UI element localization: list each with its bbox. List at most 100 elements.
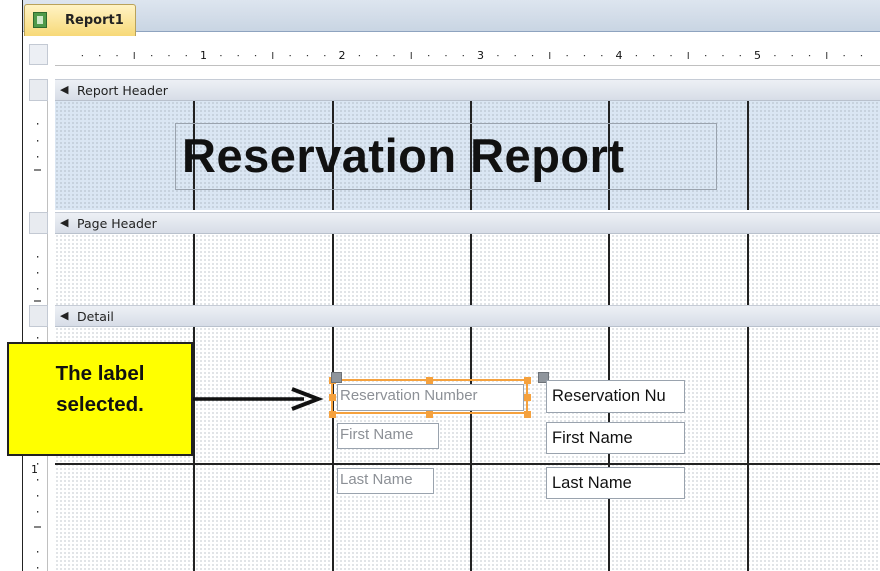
report-selector[interactable] bbox=[29, 44, 48, 65]
tab-report1[interactable]: Report1 bbox=[24, 4, 136, 36]
grid-line bbox=[193, 327, 195, 571]
ruler-dot bbox=[254, 55, 257, 57]
ruler-dot bbox=[306, 55, 309, 57]
move-handle-label[interactable] bbox=[331, 372, 342, 383]
ruler-ticks: 1 2 3 4 5 bbox=[81, 49, 863, 62]
callout-line: The label bbox=[55, 362, 145, 385]
ruler-dot bbox=[116, 55, 118, 57]
section-bar-page-header[interactable]: ◀ Page Header bbox=[55, 212, 880, 234]
callout-arrow bbox=[193, 387, 324, 411]
ruler-dot bbox=[99, 55, 101, 57]
grid-line bbox=[747, 327, 749, 571]
textbox-text: Reservation Nu bbox=[552, 387, 666, 405]
report-design-window: Report1 1 2 3 4 5 1 ◀ Report Header Reservat… bbox=[0, 0, 880, 571]
resize-handle[interactable] bbox=[524, 394, 531, 401]
label-last-name[interactable]: Last Name bbox=[337, 468, 434, 494]
resize-handle[interactable] bbox=[329, 411, 336, 418]
ruler-dot bbox=[393, 55, 395, 57]
ruler-dot bbox=[151, 55, 153, 57]
callout-line: selected. bbox=[56, 393, 144, 416]
ruler-dot bbox=[774, 55, 776, 57]
grid-line bbox=[193, 234, 195, 305]
grid-line bbox=[332, 234, 334, 305]
grid-line bbox=[55, 463, 880, 465]
horizontal-ruler[interactable]: 1 2 3 4 5 bbox=[55, 44, 880, 66]
ruler-dot bbox=[37, 479, 39, 481]
ruler-dot bbox=[808, 55, 811, 57]
section-selector-detail[interactable] bbox=[29, 305, 48, 327]
ruler-number: 4 bbox=[616, 49, 623, 62]
ruler-dot bbox=[358, 55, 361, 57]
resize-handle[interactable] bbox=[524, 411, 531, 418]
ruler-dot bbox=[531, 55, 534, 57]
ruler-dot bbox=[220, 55, 222, 57]
ruler-dot bbox=[237, 55, 239, 57]
ruler-dot bbox=[37, 511, 39, 513]
collapse-arrow-icon: ◀ bbox=[60, 83, 69, 96]
resize-handle[interactable] bbox=[426, 411, 433, 418]
textbox-first-name[interactable]: First Name bbox=[546, 422, 685, 454]
ruler-dot bbox=[37, 140, 39, 142]
section-selector-report-header[interactable] bbox=[29, 79, 48, 101]
ruler-dot bbox=[791, 55, 793, 57]
grid-line bbox=[747, 101, 749, 210]
ruler-dot bbox=[37, 567, 39, 569]
ruler-dot bbox=[653, 55, 655, 57]
report-title-label[interactable]: Reservation Report bbox=[175, 123, 717, 190]
ruler-dot bbox=[583, 55, 586, 57]
textbox-text: Last Name bbox=[552, 474, 632, 492]
section-label: Report Header bbox=[77, 83, 168, 98]
label-first-name[interactable]: First Name bbox=[337, 423, 439, 449]
ruler-number: 5 bbox=[754, 49, 761, 62]
ruler-dot bbox=[37, 123, 39, 125]
ruler-dot bbox=[705, 55, 707, 57]
textbox-last-name[interactable]: Last Name bbox=[546, 467, 685, 499]
ruler-dot bbox=[566, 55, 568, 57]
ruler-dot bbox=[428, 55, 430, 57]
ruler-dot bbox=[843, 55, 845, 57]
window-border bbox=[22, 0, 23, 571]
resize-handle[interactable] bbox=[329, 394, 336, 401]
resize-handle[interactable] bbox=[524, 377, 531, 384]
ruler-dot bbox=[445, 55, 447, 57]
page-header-area[interactable] bbox=[55, 234, 880, 305]
ruler-dot bbox=[497, 55, 499, 57]
report-icon bbox=[33, 12, 47, 28]
ruler-dot bbox=[722, 55, 724, 57]
ruler-dot bbox=[37, 551, 39, 553]
ruler-number: 3 bbox=[477, 49, 484, 62]
resize-handle[interactable] bbox=[426, 377, 433, 384]
ruler-dot bbox=[37, 156, 39, 158]
ruler-dot bbox=[739, 55, 741, 57]
annotation-callout: The label selected. bbox=[7, 342, 193, 456]
label-text: First Name bbox=[340, 426, 414, 443]
ruler-dot bbox=[670, 55, 672, 57]
ruler-dot bbox=[81, 55, 84, 57]
report-header-area[interactable]: Reservation Report bbox=[55, 101, 880, 210]
section-bar-report-header[interactable]: ◀ Report Header bbox=[55, 79, 880, 101]
ruler-dot bbox=[168, 55, 170, 57]
textbox-reservation-number[interactable]: Reservation Nu bbox=[546, 380, 685, 413]
ruler-number: 1 bbox=[31, 463, 38, 476]
ruler-dot bbox=[601, 55, 603, 57]
ruler-dot bbox=[324, 55, 326, 57]
ruler-dot bbox=[37, 337, 39, 339]
section-bar-detail[interactable]: ◀ Detail bbox=[55, 305, 880, 327]
ruler-dot bbox=[37, 272, 39, 274]
ruler-dot bbox=[37, 256, 39, 258]
selection-outline bbox=[331, 379, 528, 414]
document-tab-strip bbox=[22, 0, 880, 32]
section-selector-page-header[interactable] bbox=[29, 212, 48, 234]
ruler-dot bbox=[289, 55, 291, 57]
textbox-text: First Name bbox=[552, 429, 633, 447]
ruler-number: 2 bbox=[339, 49, 346, 62]
tab-title: Report1 bbox=[65, 13, 124, 28]
section-label: Page Header bbox=[77, 216, 157, 231]
ruler-dot bbox=[462, 55, 464, 57]
grid-line bbox=[332, 327, 334, 571]
ruler-dot bbox=[376, 55, 378, 57]
collapse-arrow-icon: ◀ bbox=[60, 309, 69, 322]
ruler-dot bbox=[37, 495, 39, 497]
label-text: Last Name bbox=[340, 471, 413, 488]
collapse-arrow-icon: ◀ bbox=[60, 216, 69, 229]
